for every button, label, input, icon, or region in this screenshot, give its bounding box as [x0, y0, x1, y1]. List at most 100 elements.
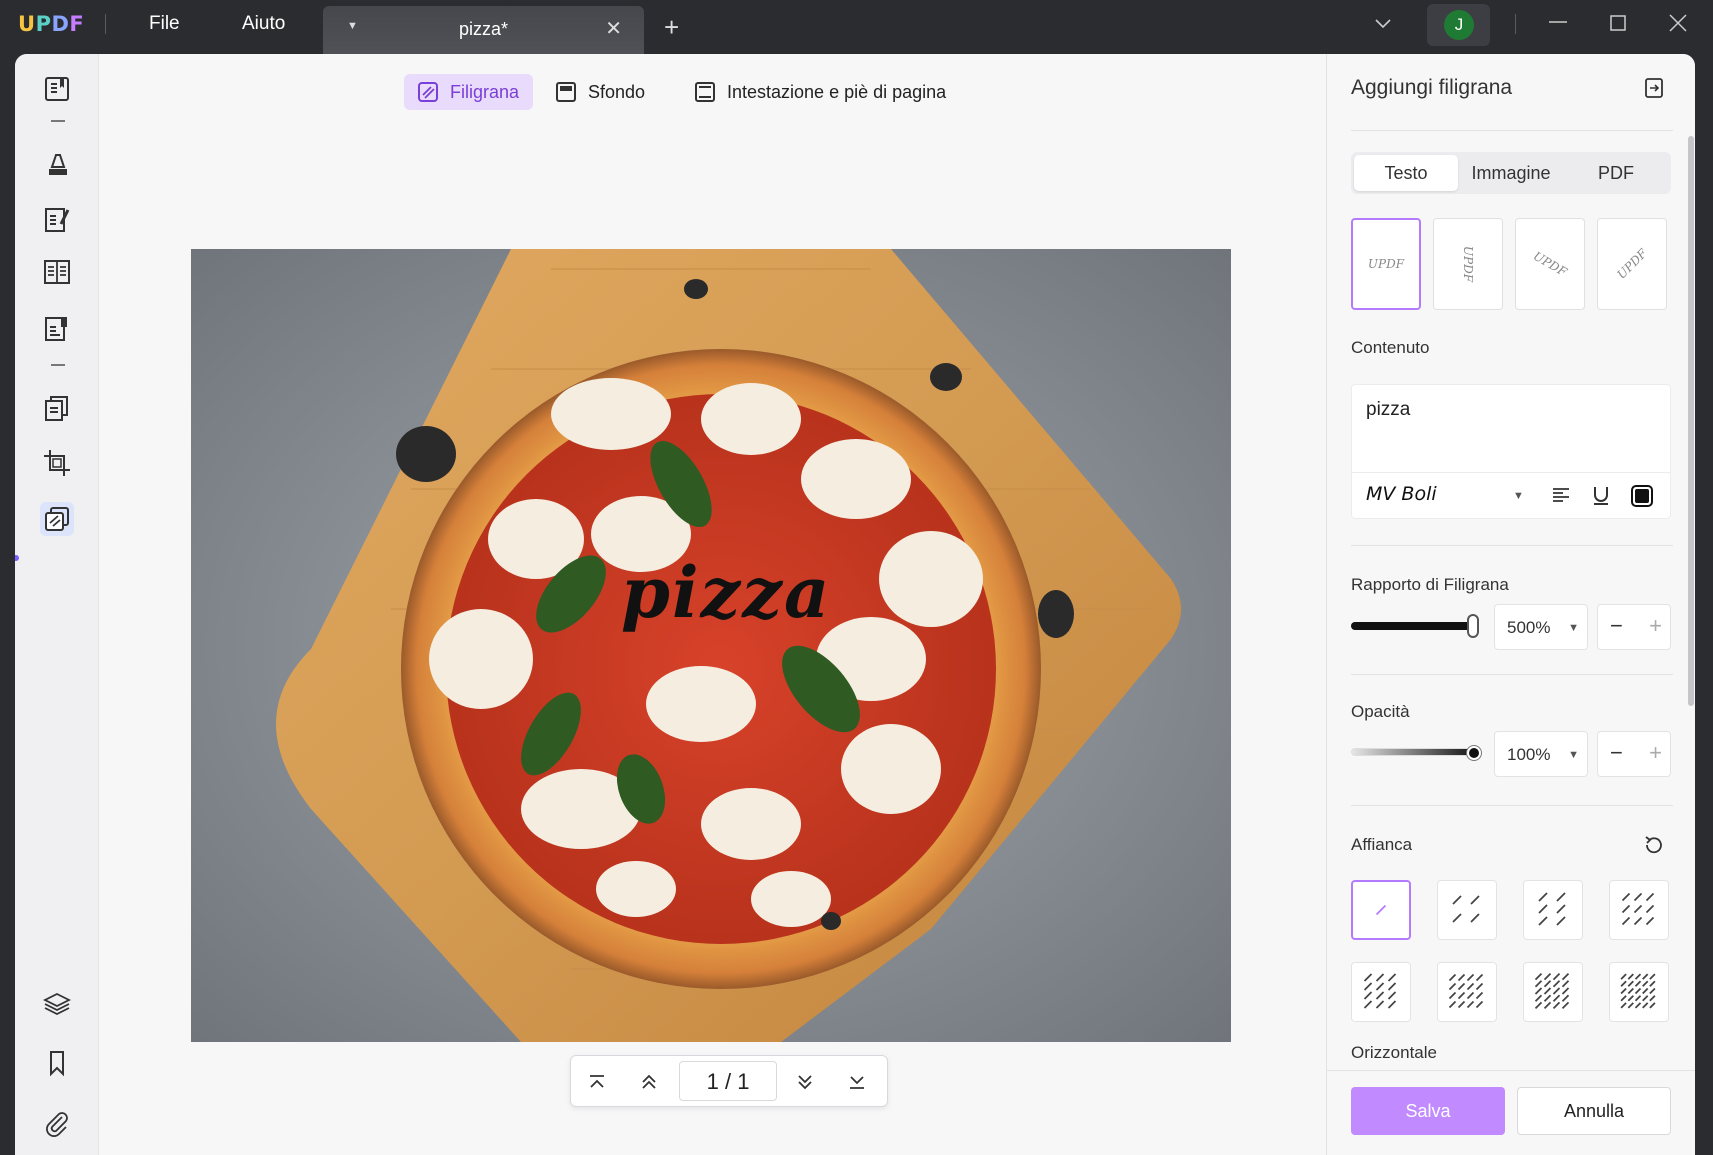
menu-help[interactable]: Aiuto — [242, 13, 285, 35]
chevron-down-icon[interactable] — [1374, 14, 1392, 37]
watermark-icon — [418, 82, 438, 102]
panel-scrollbar[interactable] — [1688, 136, 1694, 706]
title-bar: UPDF File Aiuto ▼ pizza* ✕ + J — [0, 0, 1713, 54]
organize-icon[interactable] — [40, 255, 74, 289]
left-toolbar — [15, 54, 99, 1155]
reset-icon[interactable] — [1642, 833, 1666, 862]
divider — [1351, 674, 1673, 675]
tile-option-5[interactable] — [1351, 962, 1411, 1022]
tab-header-footer[interactable]: Intestazione e piè di pagina — [681, 74, 960, 110]
ratio-label: Rapporto di Filigrana — [1351, 575, 1509, 594]
save-button[interactable]: Salva — [1351, 1087, 1505, 1135]
tile-option-6[interactable] — [1437, 962, 1497, 1022]
pizza-photo — [191, 249, 1231, 1042]
bookmark-icon[interactable] — [40, 1046, 74, 1080]
cancel-button[interactable]: Annulla — [1517, 1087, 1671, 1135]
first-page-icon[interactable] — [583, 1068, 611, 1096]
tab-title: pizza* — [458, 19, 509, 39]
next-page-icon[interactable] — [791, 1068, 819, 1096]
updf-logo: UPDF — [18, 12, 85, 36]
font-select[interactable]: MV Boli — [1366, 483, 1437, 505]
preset-diagonal-up[interactable]: UPDF — [1597, 218, 1667, 310]
page-navigator: 1 / 1 — [570, 1055, 888, 1107]
tile-pattern-icon — [1538, 892, 1566, 926]
tab-text[interactable]: Testo — [1354, 155, 1458, 191]
tile-pattern-icon — [1375, 904, 1387, 916]
preset-horizontal[interactable]: UPDF — [1351, 218, 1421, 310]
close-window-icon[interactable] — [1668, 13, 1688, 38]
layers-icon[interactable] — [40, 987, 74, 1021]
content-label: Contenuto — [1351, 338, 1430, 357]
tab-pdf[interactable]: PDF — [1564, 155, 1668, 191]
divider — [51, 120, 65, 122]
tile-pattern-icon — [1448, 973, 1484, 1009]
crop-icon[interactable] — [40, 446, 74, 480]
tile-pattern-icon — [1363, 973, 1397, 1009]
form-icon[interactable] — [40, 311, 74, 345]
tile-option-1[interactable] — [1351, 880, 1411, 940]
plus-icon[interactable]: + — [1649, 740, 1662, 766]
opacity-stepper[interactable]: − + — [1597, 731, 1671, 777]
tab-background-label: Sfondo — [588, 81, 646, 102]
preset-vertical[interactable]: UPDF — [1433, 218, 1503, 310]
avatar: J — [1444, 10, 1474, 40]
tile-option-8[interactable] — [1609, 962, 1669, 1022]
tab-watermark-label: Filigrana — [450, 81, 520, 102]
watermark-text[interactable]: pizza — [621, 551, 831, 634]
pdf-page[interactable]: pizza — [191, 249, 1231, 1042]
panel-title: Aggiungi filigrana — [1351, 76, 1513, 99]
last-page-icon[interactable] — [843, 1068, 871, 1096]
pages-icon[interactable] — [40, 391, 74, 425]
main-window: Filigrana Sfondo Intestazione e piè di p… — [15, 54, 1695, 1155]
maximize-icon[interactable] — [1609, 14, 1627, 37]
preset-diagonal-down[interactable]: UPDF — [1515, 218, 1585, 310]
edit-pdf-icon[interactable] — [40, 202, 74, 236]
chevron-down-icon[interactable]: ▼ — [1513, 490, 1524, 502]
underline-icon[interactable] — [1590, 484, 1612, 511]
plus-icon[interactable]: + — [1649, 613, 1662, 639]
account-button[interactable]: J — [1427, 4, 1490, 46]
ratio-select[interactable]: 500% ▼ — [1494, 604, 1588, 650]
content-input[interactable]: pizza — [1366, 399, 1410, 421]
ratio-slider-handle[interactable] — [1467, 614, 1479, 638]
new-tab-icon[interactable]: + — [664, 12, 679, 43]
opacity-slider[interactable] — [1351, 748, 1477, 756]
tile-option-4[interactable] — [1609, 880, 1669, 940]
prev-page-icon[interactable] — [635, 1068, 663, 1096]
align-left-icon[interactable] — [1550, 485, 1572, 512]
minimize-icon[interactable] — [1548, 12, 1568, 37]
highlighter-icon[interactable] — [40, 147, 74, 181]
minus-icon[interactable]: − — [1610, 740, 1623, 766]
divider — [1327, 1070, 1695, 1071]
divider — [1515, 14, 1516, 34]
tab-watermark[interactable]: Filigrana — [404, 74, 534, 110]
attachment-icon[interactable] — [40, 1106, 74, 1140]
export-icon[interactable] — [1642, 76, 1666, 105]
tab-background[interactable]: Sfondo — [542, 74, 659, 110]
menu-file[interactable]: File — [149, 13, 180, 35]
divider — [1351, 545, 1673, 546]
ratio-slider[interactable] — [1351, 622, 1475, 630]
tile-option-3[interactable] — [1523, 880, 1583, 940]
tile-label: Affianca — [1351, 835, 1413, 854]
reader-icon[interactable] — [40, 72, 74, 106]
opacity-select[interactable]: 100% ▼ — [1494, 731, 1588, 777]
orientation-label: Orizzontale — [1351, 1043, 1437, 1062]
tab-image[interactable]: Immagine — [1459, 155, 1563, 191]
minus-icon[interactable]: − — [1610, 613, 1623, 639]
tile-pattern-icon — [1620, 973, 1656, 1009]
ratio-stepper[interactable]: − + — [1597, 604, 1671, 650]
document-tab[interactable]: ▼ pizza* ✕ — [323, 6, 644, 54]
page-number-field[interactable]: 1 / 1 — [679, 1061, 777, 1101]
opacity-label: Opacità — [1351, 702, 1410, 721]
tile-option-2[interactable] — [1437, 880, 1497, 940]
color-swatch-icon[interactable] — [1631, 485, 1653, 512]
tile-pattern-icon — [1534, 972, 1570, 1010]
tile-option-7[interactable] — [1523, 962, 1583, 1022]
watermark-tool-icon[interactable] — [40, 502, 74, 536]
opacity-slider-handle[interactable] — [1467, 746, 1481, 760]
tile-pattern-icon — [1621, 892, 1655, 926]
source-tabs: Testo Immagine PDF — [1351, 152, 1671, 194]
tab-close-icon[interactable]: ✕ — [605, 16, 622, 41]
tile-pattern-icon — [1452, 895, 1480, 923]
